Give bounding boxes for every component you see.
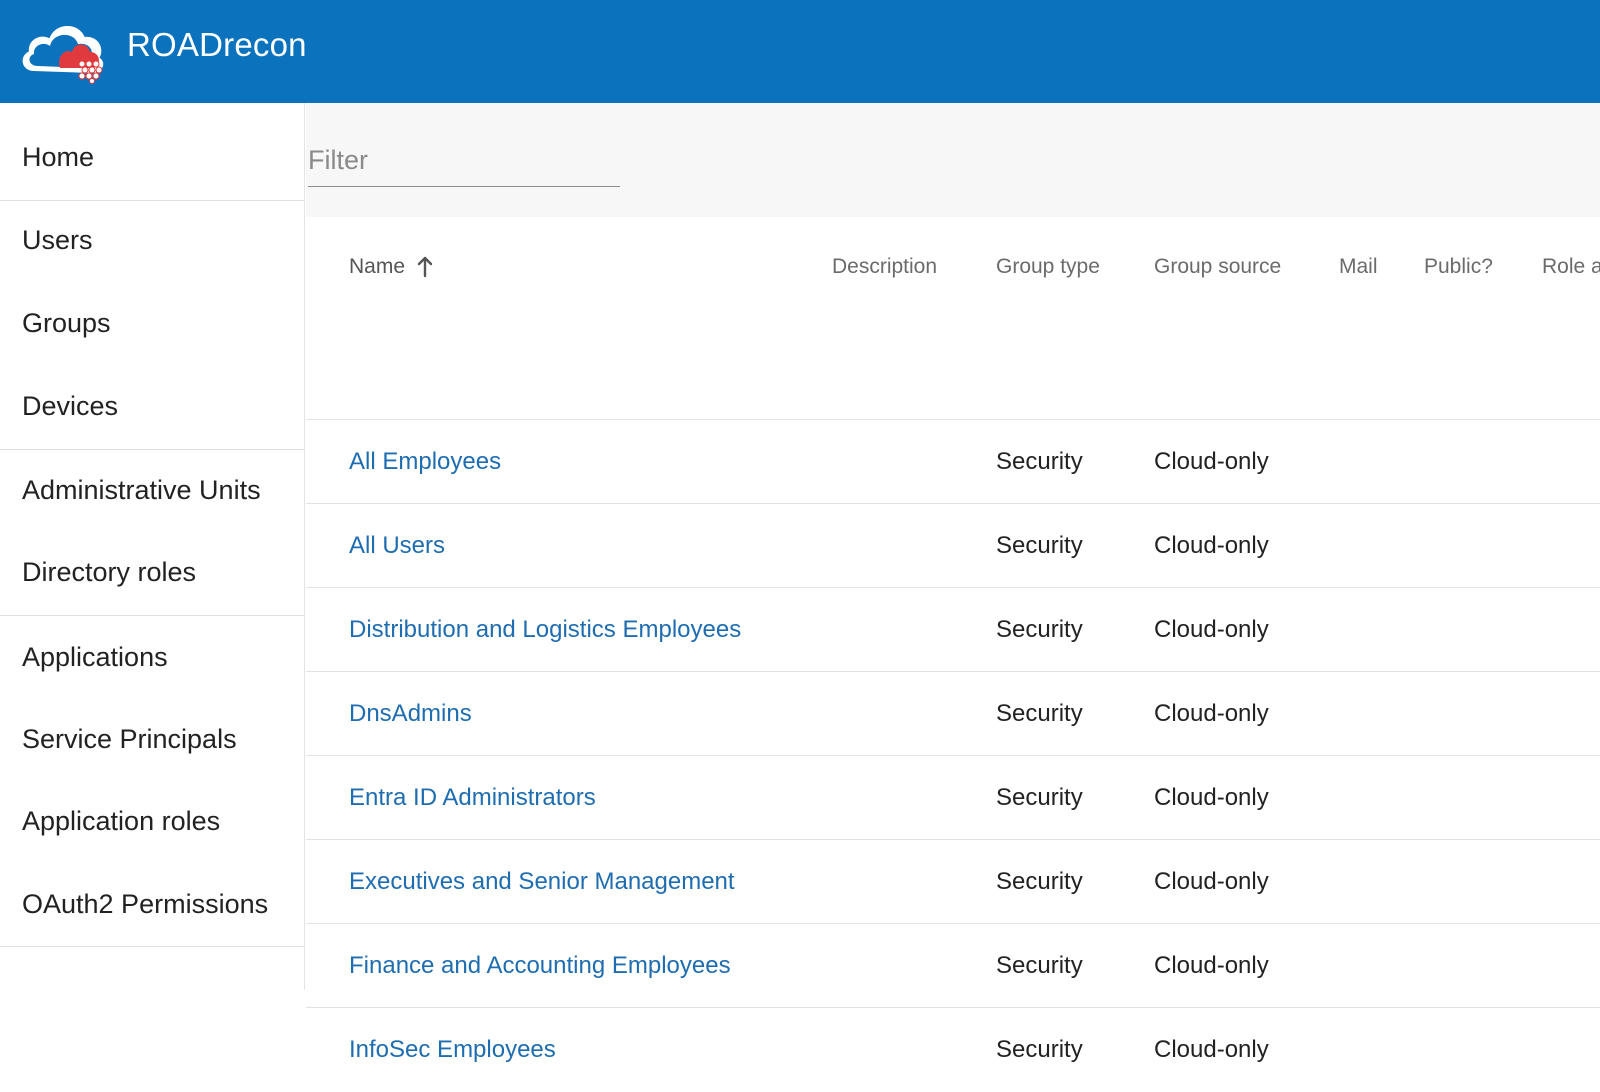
table-header-row: Name Description Group type Group source…: [306, 217, 1600, 317]
group-type-cell: Security: [996, 448, 1083, 475]
group-type-cell: Security: [996, 868, 1083, 895]
sidebar-divider: [0, 946, 305, 947]
app-title: ROADrecon: [127, 26, 307, 63]
table-row: InfoSec Employees Security Cloud-only: [306, 1007, 1600, 1091]
group-source-cell: Cloud-only: [1154, 616, 1269, 643]
sidebar-item-administrative-units[interactable]: Administrative Units: [0, 448, 305, 532]
group-type-cell: Security: [996, 616, 1083, 643]
table-row: Distribution and Logistics Employees Sec…: [306, 587, 1600, 671]
group-source-cell: Cloud-only: [1154, 868, 1269, 895]
group-source-cell: Cloud-only: [1154, 532, 1269, 559]
table-row: Entra ID Administrators Security Cloud-o…: [306, 755, 1600, 839]
table-row: All Users Security Cloud-only: [306, 503, 1600, 587]
sidebar-item-application-roles[interactable]: Application roles: [0, 779, 305, 863]
main-content: Name Description Group type Group source…: [306, 103, 1600, 1063]
group-type-cell: Security: [996, 1036, 1083, 1063]
sidebar-nav: Home Users Groups Devices Administrative…: [0, 103, 305, 990]
group-source-cell: Cloud-only: [1154, 1036, 1269, 1063]
roadrecon-logo-icon: [22, 26, 104, 84]
group-name-link[interactable]: DnsAdmins: [349, 672, 472, 756]
sidebar-item-applications[interactable]: Applications: [0, 615, 305, 699]
arrow-up-icon: [417, 256, 433, 278]
column-header-mail[interactable]: Mail: [1339, 217, 1378, 317]
column-header-role[interactable]: Role a: [1542, 217, 1600, 317]
group-source-cell: Cloud-only: [1154, 952, 1269, 979]
group-source-cell: Cloud-only: [1154, 784, 1269, 811]
column-header-description[interactable]: Description: [832, 217, 937, 317]
group-type-cell: Security: [996, 700, 1083, 727]
filter-bar: [306, 103, 1600, 217]
group-name-link[interactable]: Executives and Senior Management: [349, 840, 735, 924]
column-header-public[interactable]: Public?: [1424, 217, 1493, 317]
table-row: Finance and Accounting Employees Securit…: [306, 923, 1600, 1007]
column-header-name[interactable]: Name: [349, 217, 433, 317]
group-name-link[interactable]: All Users: [349, 504, 445, 588]
filter-input[interactable]: [308, 135, 620, 187]
sidebar-item-home[interactable]: Home: [0, 115, 305, 199]
group-name-link[interactable]: Entra ID Administrators: [349, 756, 596, 840]
group-type-cell: Security: [996, 952, 1083, 979]
group-source-cell: Cloud-only: [1154, 700, 1269, 727]
group-source-cell: Cloud-only: [1154, 448, 1269, 475]
sidebar-item-service-principals[interactable]: Service Principals: [0, 697, 305, 781]
column-header-label: Name: [349, 255, 406, 278]
group-type-cell: Security: [996, 532, 1083, 559]
sidebar-item-groups[interactable]: Groups: [0, 281, 305, 365]
app-header: ROADrecon: [0, 0, 1600, 103]
table-row: All Employees Security Cloud-only: [306, 419, 1600, 503]
table-row: Executives and Senior Management Securit…: [306, 839, 1600, 923]
table-row: DnsAdmins Security Cloud-only: [306, 671, 1600, 755]
column-header-group-source[interactable]: Group source: [1154, 217, 1281, 317]
sidebar-item-oauth2-permissions[interactable]: OAuth2 Permissions: [0, 862, 305, 946]
sidebar-item-users[interactable]: Users: [0, 198, 305, 282]
group-name-link[interactable]: All Employees: [349, 420, 501, 504]
group-name-link[interactable]: InfoSec Employees: [349, 1008, 556, 1092]
group-name-link[interactable]: Finance and Accounting Employees: [349, 924, 731, 1008]
column-header-group-type[interactable]: Group type: [996, 217, 1100, 317]
sidebar-item-directory-roles[interactable]: Directory roles: [0, 530, 305, 614]
group-name-link[interactable]: Distribution and Logistics Employees: [349, 588, 741, 672]
sidebar-item-devices[interactable]: Devices: [0, 364, 305, 448]
group-type-cell: Security: [996, 784, 1083, 811]
